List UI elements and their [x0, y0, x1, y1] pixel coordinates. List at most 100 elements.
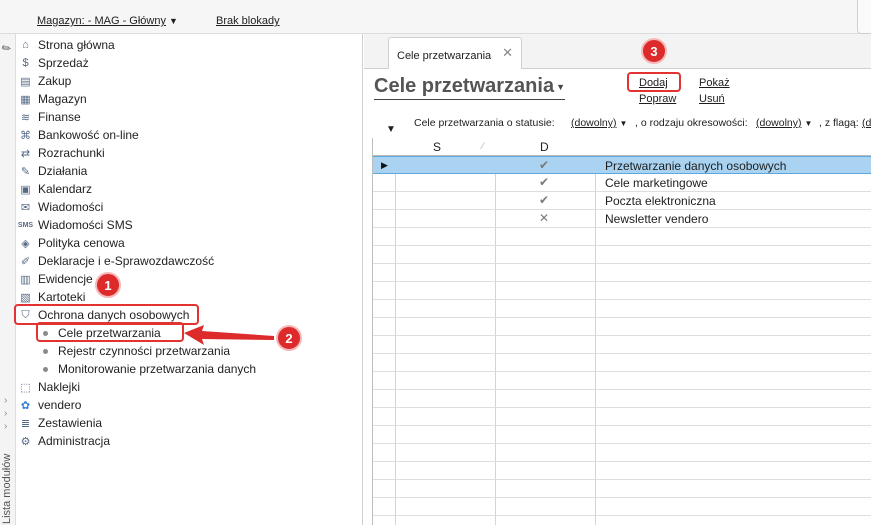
nav-item-finance[interactable]: ≋ Finanse: [18, 108, 81, 126]
table-row[interactable]: ▶ ✔ Przetwarzanie danych osobowych: [373, 156, 871, 174]
nav-item-label: Polityka cenowa: [38, 236, 125, 250]
nav-item-home[interactable]: ⌂ Strona główna: [18, 36, 115, 54]
empty-row: [373, 246, 871, 264]
empty-row: [373, 372, 871, 390]
check-icon: ✔: [539, 193, 550, 207]
module-list-strip: ✎ › › › Lista modułów: [0, 34, 16, 525]
nav-subitem-label: Monitorowanie przetwarzania danych: [58, 362, 257, 376]
warehouse-icon: ▦: [20, 93, 31, 106]
flag-filter-value[interactable]: (do: [862, 117, 871, 129]
empty-row: [373, 336, 871, 354]
nav-item-label: Strona główna: [38, 38, 115, 52]
tab-bar: Cele przetwarzania ✕: [364, 34, 871, 69]
row-name: Cele marketingowe: [605, 176, 708, 190]
price-tag-icon: ◈: [21, 237, 30, 250]
sales-icon: $: [22, 57, 29, 69]
empty-row: [373, 462, 871, 480]
nav-item-actions[interactable]: ✎ Działania: [18, 162, 87, 180]
table-row[interactable]: ✕ Newsletter vendero: [373, 210, 871, 228]
admin-icon: ⚙: [20, 435, 31, 448]
row-name: Newsletter vendero: [605, 212, 709, 226]
flag-filter-label: , z flagą:: [819, 117, 859, 129]
period-filter-dropdown[interactable]: (dowolny) ▼: [756, 117, 812, 129]
pin-icon[interactable]: ✎: [0, 41, 14, 56]
edit-button[interactable]: Popraw: [639, 93, 676, 105]
nav-item-vendero[interactable]: ✿ vendero: [18, 396, 81, 414]
empty-row: [373, 480, 871, 498]
column-header-d[interactable]: D: [540, 140, 549, 154]
nav-item-pricing[interactable]: ◈ Polityka cenowa: [18, 234, 125, 252]
nav-item-purchase[interactable]: ▤ Zakup: [18, 72, 71, 90]
empty-row: [373, 390, 871, 408]
window-corner: [857, 0, 871, 34]
period-filter-value: (dowolny): [756, 117, 802, 129]
sms-icon: SMS: [17, 221, 34, 229]
empty-row: [373, 318, 871, 336]
nav-item-label: vendero: [38, 398, 82, 412]
sticker-icon: ⬚: [20, 381, 31, 394]
lock-status-link[interactable]: Brak blokady: [216, 15, 280, 27]
empty-row: [373, 282, 871, 300]
arrow-shape: [184, 325, 274, 345]
nav-item-sales[interactable]: $ Sprzedaż: [18, 54, 88, 72]
check-icon: ✔: [539, 158, 550, 172]
nav-item-messages[interactable]: ✉ Wiadomości: [18, 198, 103, 216]
nav-item-sms[interactable]: SMS Wiadomości SMS: [18, 216, 133, 234]
page-title[interactable]: Cele przetwarzania ▼: [374, 75, 565, 100]
nav-item-calendar[interactable]: ▣ Kalendarz: [18, 180, 92, 198]
cross-icon: ✕: [539, 211, 550, 225]
chevron-down-icon: ▼: [804, 119, 813, 128]
nav-item-settlements[interactable]: ⇄ Rozrachunki: [18, 144, 105, 162]
data-grid: S ⁄ D ▶ ✔ Przetwarzanie danych osobowych…: [372, 138, 871, 525]
table-row[interactable]: ✔ Poczta elektroniczna: [373, 192, 871, 210]
nav-subitem-processing-monitoring[interactable]: Monitorowanie przetwarzania danych: [43, 360, 256, 378]
nav-item-label: Wiadomości SMS: [38, 218, 133, 232]
actions-icon: ✎: [20, 165, 31, 178]
delete-button[interactable]: Usuń: [699, 93, 725, 105]
table-row[interactable]: ✔ Cele marketingowe: [373, 174, 871, 192]
nav-item-banking[interactable]: ⌘ Bankowość on-line: [18, 126, 139, 144]
nav-item-label: Ewidencje: [38, 272, 93, 286]
nav-item-records[interactable]: ▥ Ewidencje: [18, 270, 93, 288]
empty-row: [373, 444, 871, 462]
bullet-icon: [43, 366, 48, 372]
records-icon: ▥: [20, 273, 31, 286]
nav-item-warehouse[interactable]: ▦ Magazyn: [18, 90, 86, 108]
show-button[interactable]: Pokaż: [699, 77, 730, 89]
column-header-s[interactable]: S: [433, 140, 441, 154]
calendar-icon: ▣: [20, 183, 31, 196]
warehouse-label: Magazyn: - MAG - Główny: [37, 15, 166, 27]
home-icon: ⌂: [22, 39, 29, 51]
top-bar: Magazyn: - MAG - Główny ▼ Brak blokady: [0, 0, 871, 34]
main-content: Cele przetwarzania ✕ Cele przetwarzania ▼…: [364, 34, 871, 525]
nav-item-stickers[interactable]: ⬚ Naklejki: [18, 378, 80, 396]
filter-toggle-icon[interactable]: ▼: [386, 124, 396, 135]
nav-item-reports[interactable]: ≣ Zestawienia: [18, 414, 102, 432]
step-badge-3: 3: [641, 38, 667, 64]
empty-row: [373, 264, 871, 282]
empty-row: [373, 408, 871, 426]
warehouse-selector[interactable]: Magazyn: - MAG - Główny ▼: [37, 15, 178, 27]
tab-processing-purposes[interactable]: Cele przetwarzania ✕: [388, 37, 522, 69]
nav-item-declarations[interactable]: ✐ Deklaracje i e-Sprawozdawczość: [18, 252, 214, 270]
bank-icon: ⌘: [20, 129, 31, 142]
cart-icon: ▤: [20, 75, 31, 88]
page-title-text: Cele przetwarzania: [374, 75, 555, 97]
chevron-down-icon: ▼: [619, 119, 628, 128]
nav-item-label: Administracja: [38, 434, 111, 448]
status-filter-dropdown[interactable]: (dowolny) ▼: [571, 117, 627, 129]
row-name: Poczta elektroniczna: [605, 194, 716, 208]
settlements-icon: ⇄: [20, 147, 31, 160]
tab-label: Cele przetwarzania: [397, 50, 492, 62]
chevron-down-icon: ▼: [168, 16, 178, 26]
empty-row: [373, 228, 871, 246]
declarations-icon: ✐: [20, 255, 31, 268]
nav-item-label: Wiadomości: [38, 200, 104, 214]
module-list-label[interactable]: Lista modułów: [1, 404, 13, 524]
close-icon[interactable]: ✕: [502, 45, 513, 61]
mail-icon: ✉: [20, 201, 31, 214]
nav-item-label: Naklejki: [38, 380, 81, 394]
empty-row: [373, 354, 871, 372]
nav-item-administration[interactable]: ⚙ Administracja: [18, 432, 110, 450]
empty-row: [373, 300, 871, 318]
